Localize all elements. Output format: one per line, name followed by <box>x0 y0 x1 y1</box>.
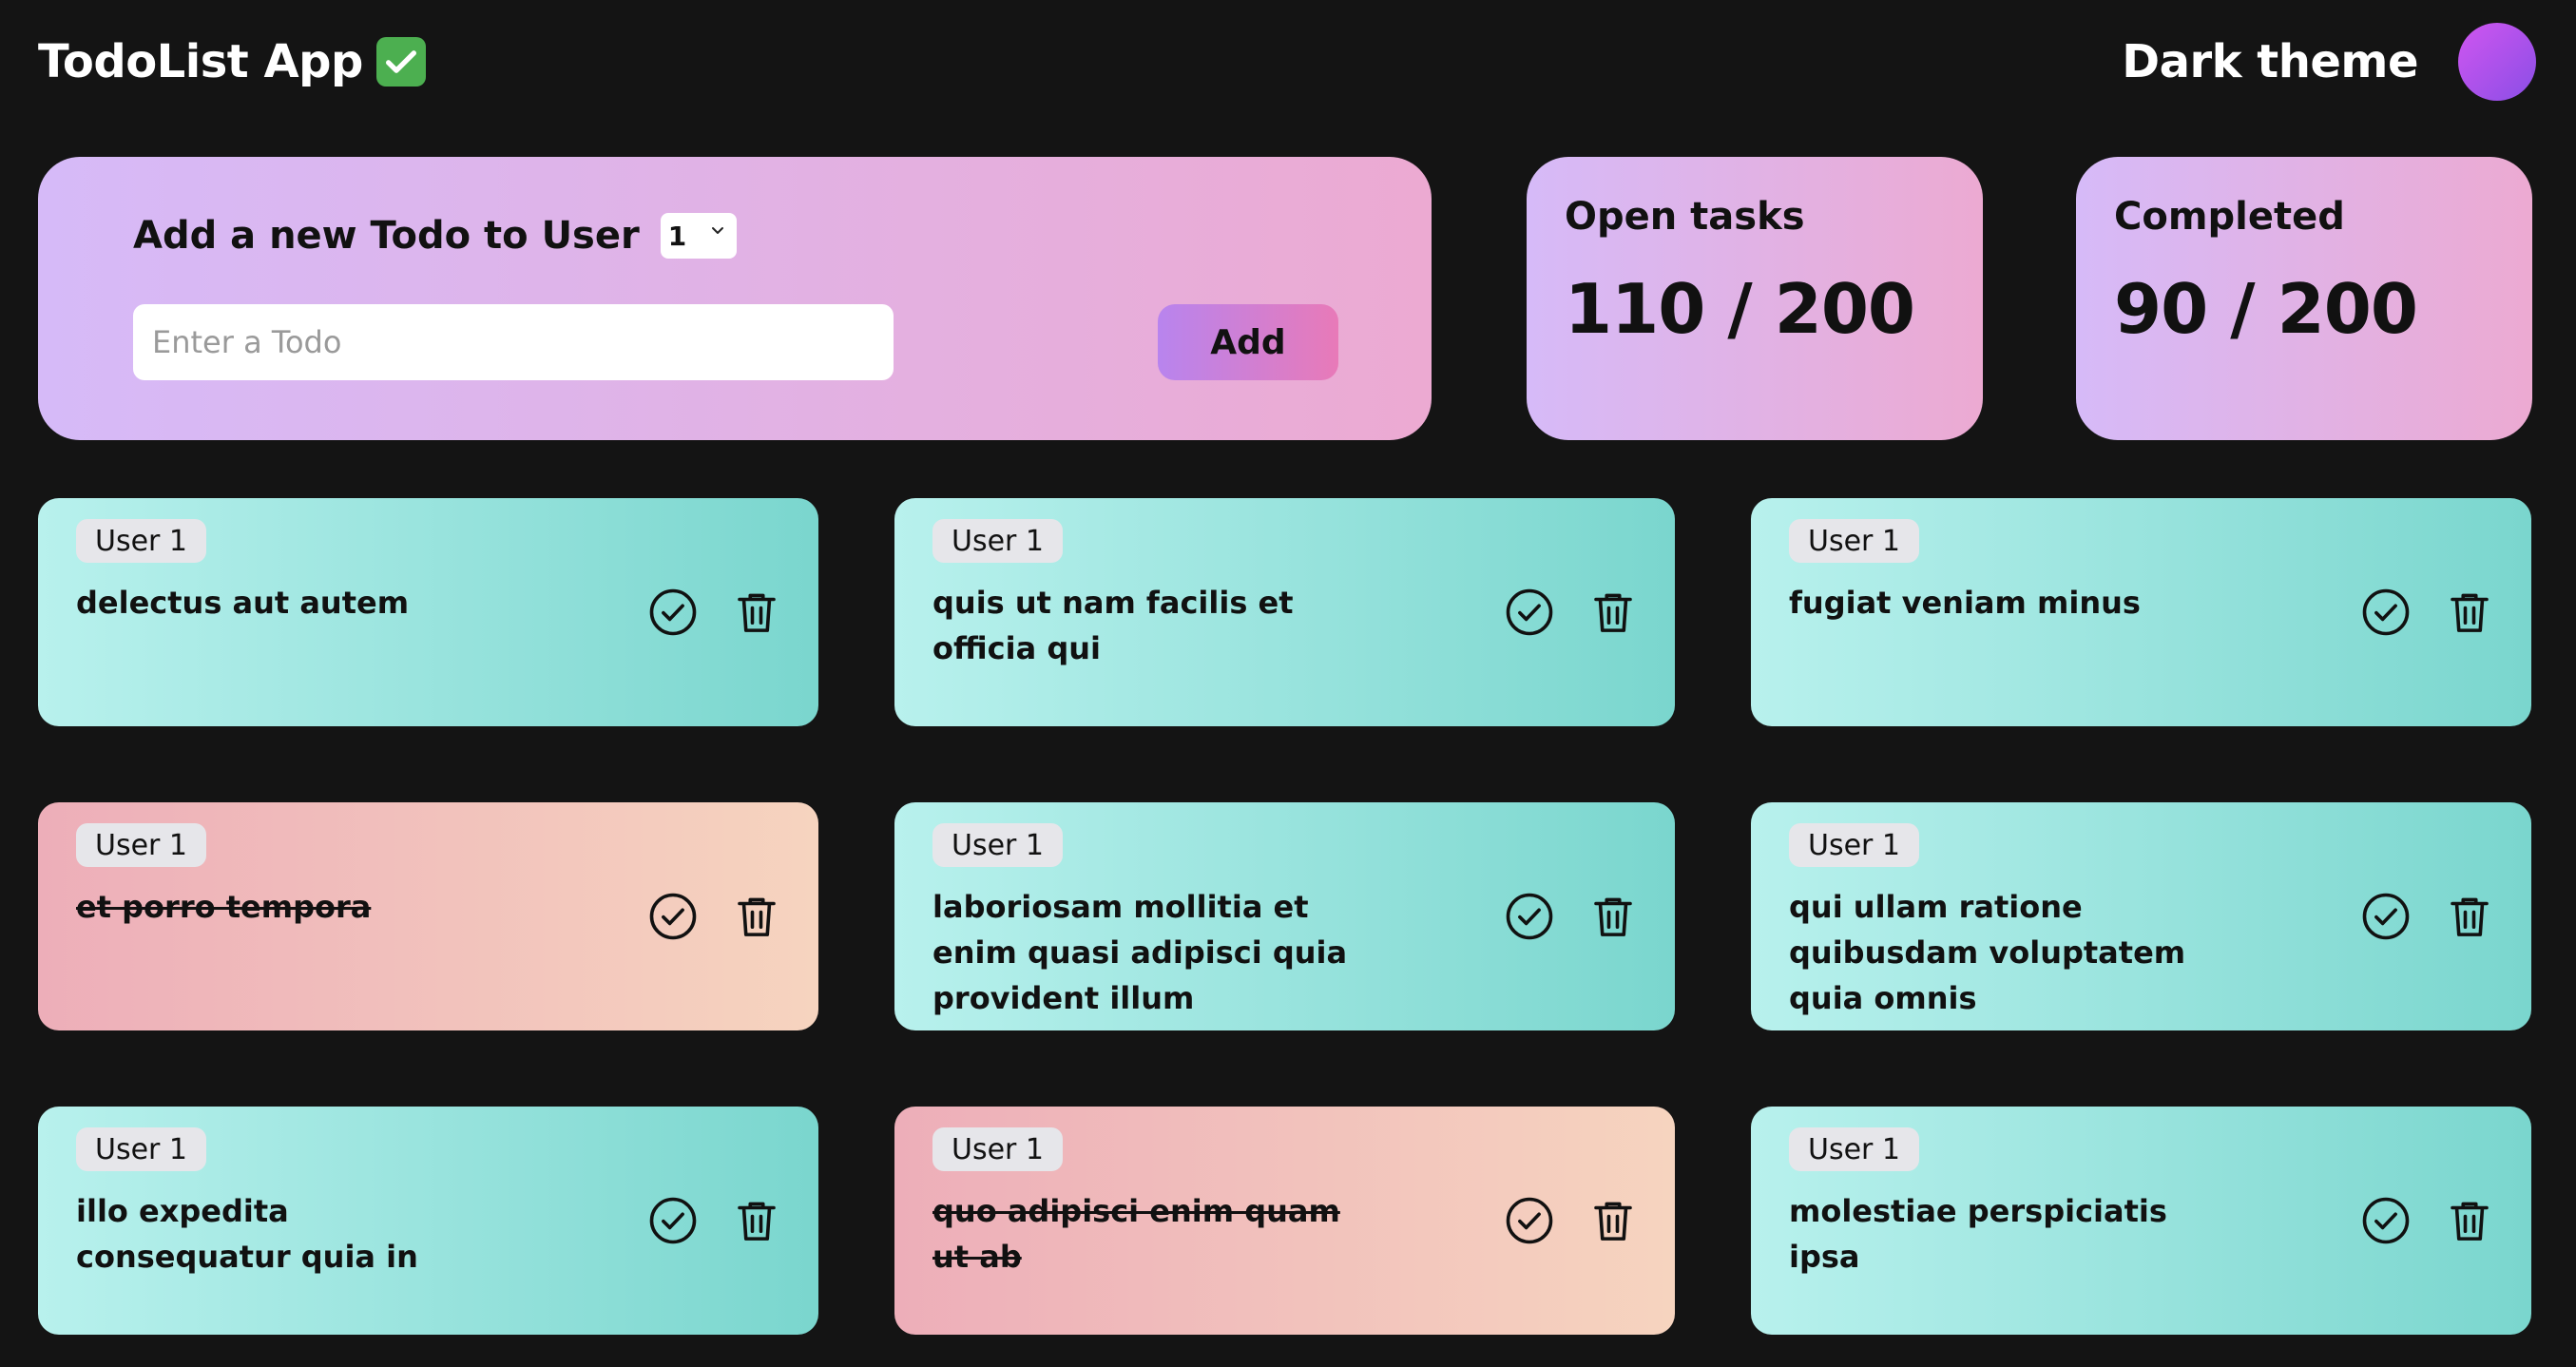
user-badge: User 1 <box>76 1127 207 1171</box>
user-select[interactable]: 1 <box>660 213 737 259</box>
todo-card: User 1 illo expedita consequatur quia in <box>38 1107 818 1335</box>
todo-input[interactable] <box>133 304 894 380</box>
todo-title: delectus aut autem <box>76 585 410 621</box>
todo-title: illo expedita consequatur quia in <box>76 1193 418 1275</box>
completed-tasks-label: Completed <box>2114 195 2345 239</box>
theme-label: Dark theme <box>2122 35 2418 88</box>
add-button[interactable]: Add <box>1158 304 1338 380</box>
todo-title: qui ullam ratione quibusdam voluptatem q… <box>1789 889 2186 1016</box>
check-mark-icon <box>375 37 426 87</box>
todo-card: User 1 quo adipisci enim quam ut ab <box>894 1107 1675 1335</box>
app-title-text: TodoList App <box>38 35 363 88</box>
add-todo-heading-text: Add a new Todo to User <box>133 214 640 258</box>
todo-card: User 1 et porro tempora <box>38 802 818 1030</box>
todo-card: User 1 fugiat veniam minus <box>1751 498 2531 726</box>
user-badge: User 1 <box>1789 1127 1920 1171</box>
complete-check-icon[interactable] <box>2359 890 2413 943</box>
complete-check-icon[interactable] <box>1503 1194 1556 1247</box>
todo-card: User 1 molestiae perspiciatis ipsa <box>1751 1107 2531 1335</box>
complete-check-icon[interactable] <box>646 1194 700 1247</box>
trash-icon[interactable] <box>2443 1194 2496 1247</box>
todo-card: User 1 qui ullam ratione quibusdam volup… <box>1751 802 2531 1030</box>
trash-icon[interactable] <box>1586 586 1640 639</box>
trash-icon[interactable] <box>2443 890 2496 943</box>
add-todo-panel: Add a new Todo to User 1 Add <box>38 157 1432 440</box>
theme-switcher: Dark theme <box>2122 23 2536 101</box>
todo-title: laboriosam mollitia et enim quasi adipis… <box>932 889 1348 1016</box>
trash-icon[interactable] <box>730 890 783 943</box>
todo-card: User 1 quis ut nam facilis et officia qu… <box>894 498 1675 726</box>
completed-tasks-value: 90 / 200 <box>2114 269 2418 349</box>
trash-icon[interactable] <box>1586 1194 1640 1247</box>
user-badge: User 1 <box>932 823 1064 867</box>
complete-check-icon[interactable] <box>1503 586 1556 639</box>
completed-tasks-card: Completed 90 / 200 <box>2076 157 2532 440</box>
trash-icon[interactable] <box>730 1194 783 1247</box>
user-badge: User 1 <box>1789 823 1920 867</box>
todo-grid: User 1 delectus aut autem User 1 quis ut… <box>38 498 2532 1335</box>
complete-check-icon[interactable] <box>1503 890 1556 943</box>
app-title: TodoList App <box>38 29 426 95</box>
user-badge: User 1 <box>76 823 207 867</box>
open-tasks-value: 110 / 200 <box>1565 269 1915 349</box>
complete-check-icon[interactable] <box>2359 1194 2413 1247</box>
todo-title: quis ut nam facilis et officia qui <box>932 585 1294 666</box>
todo-card: User 1 laboriosam mollitia et enim quasi… <box>894 802 1675 1030</box>
user-badge: User 1 <box>932 1127 1064 1171</box>
open-tasks-label: Open tasks <box>1565 195 1805 239</box>
theme-toggle-button[interactable] <box>2458 23 2536 101</box>
complete-check-icon[interactable] <box>646 586 700 639</box>
add-todo-heading: Add a new Todo to User 1 <box>133 204 737 267</box>
user-badge: User 1 <box>1789 519 1920 563</box>
trash-icon[interactable] <box>730 586 783 639</box>
todo-card: User 1 delectus aut autem <box>38 498 818 726</box>
complete-check-icon[interactable] <box>2359 586 2413 639</box>
chevron-down-icon <box>711 227 723 234</box>
open-tasks-card: Open tasks 110 / 200 <box>1527 157 1983 440</box>
complete-check-icon[interactable] <box>646 890 700 943</box>
user-badge: User 1 <box>76 519 207 563</box>
user-select-value: 1 <box>667 220 687 252</box>
trash-icon[interactable] <box>1586 890 1640 943</box>
trash-icon[interactable] <box>2443 586 2496 639</box>
todo-title: molestiae perspiciatis ipsa <box>1789 1193 2167 1275</box>
todo-title: et porro tempora <box>76 889 372 925</box>
todo-title: fugiat veniam minus <box>1789 585 2141 621</box>
user-badge: User 1 <box>932 519 1064 563</box>
todo-title: quo adipisci enim quam ut ab <box>932 1193 1340 1275</box>
